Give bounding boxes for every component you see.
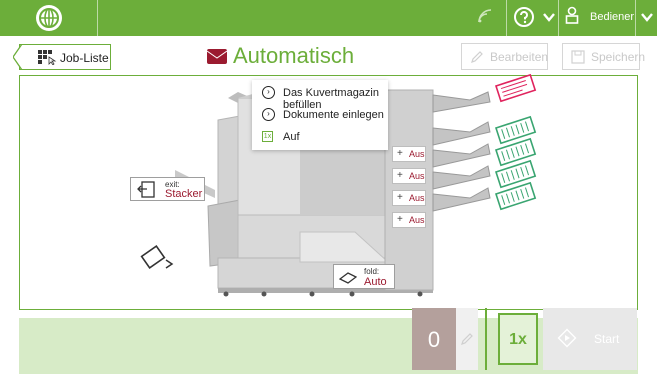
- menu-item-auf[interactable]: 1x Auf: [252, 126, 388, 148]
- multiplier-button[interactable]: 1x: [498, 313, 538, 365]
- pencil-icon: [470, 50, 484, 67]
- start-button[interactable]: Start: [543, 308, 637, 370]
- edit-label: Bearbeiten: [490, 50, 549, 64]
- pencil-icon: [460, 332, 474, 351]
- exit-setting[interactable]: exit: Stacker: [130, 177, 205, 201]
- counter-edit-button[interactable]: [456, 308, 478, 370]
- feeder-toggle-label: Aus: [409, 149, 425, 159]
- feeder-toggle-label: Aus: [409, 171, 425, 181]
- plus-icon: +: [397, 170, 403, 181]
- envelope-icon: [206, 49, 228, 64]
- counter-value: 0: [427, 327, 441, 352]
- app-window: Bediener Job-Liste Automatisch Bearbeite…: [0, 0, 657, 385]
- counter-display: 0: [412, 308, 456, 370]
- exit-icon: [137, 181, 155, 203]
- menu-item-label: Auf: [283, 131, 300, 143]
- user-label: Bediener: [590, 11, 635, 23]
- bottom-divider: [485, 308, 487, 370]
- menu-item-fill-envelopes[interactable]: › Das Kuvertmagazin befüllen: [252, 82, 388, 111]
- start-label: Start: [594, 332, 620, 346]
- topbar-separator: [506, 0, 507, 36]
- feeder-toggle[interactable]: + Aus: [392, 168, 426, 184]
- feeder-toggle[interactable]: + Aus: [392, 146, 426, 162]
- fold-setting[interactable]: fold: Auto: [333, 264, 395, 289]
- exit-value: Stacker: [165, 188, 203, 200]
- menu-item-insert-documents[interactable]: › Dokumente einlegen: [252, 104, 388, 126]
- plus-icon: +: [397, 214, 403, 225]
- chevron-down-icon[interactable]: [638, 6, 656, 30]
- topbar-separator: [97, 0, 98, 36]
- topbar-separator: [635, 0, 636, 36]
- save-label: Speichern: [591, 50, 646, 64]
- save-button[interactable]: Speichern: [562, 43, 645, 70]
- fold-caption: fold:: [364, 267, 380, 276]
- fold-value: Auto: [364, 276, 387, 288]
- plus-icon: +: [397, 148, 403, 159]
- feeder-toggle[interactable]: + Aus: [392, 212, 426, 228]
- top-bar: Bediener: [0, 0, 657, 36]
- save-icon: [571, 50, 585, 67]
- job-list-button[interactable]: Job-Liste: [13, 44, 111, 70]
- wifi-icon: [474, 6, 496, 30]
- job-list-icon: [38, 50, 58, 70]
- menu-item-label: Dokumente einlegen: [283, 109, 384, 121]
- feeder-toggle[interactable]: + Aus: [392, 190, 426, 206]
- feeder-toggle-label: Aus: [409, 215, 425, 225]
- user-icon: [563, 6, 581, 30]
- job-list-label: Job-Liste: [60, 51, 109, 65]
- plus-icon: +: [397, 192, 403, 203]
- one-x-icon: 1x: [262, 131, 273, 142]
- fold-icon: [338, 270, 358, 289]
- help-icon[interactable]: [510, 6, 538, 34]
- insert-menu: › Das Kuvertmagazin befüllen › Dokumente…: [252, 80, 388, 150]
- circle-arrow-icon: ›: [262, 108, 275, 121]
- feeder-toggle-label: Aus: [409, 193, 425, 203]
- circle-arrow-icon: ›: [262, 86, 275, 99]
- multiplier-label: 1x: [509, 331, 527, 348]
- globe-icon[interactable]: [36, 5, 62, 31]
- page-title: Automatisch: [233, 43, 355, 68]
- edit-button[interactable]: Bearbeiten: [461, 43, 548, 70]
- start-icon: [557, 328, 577, 353]
